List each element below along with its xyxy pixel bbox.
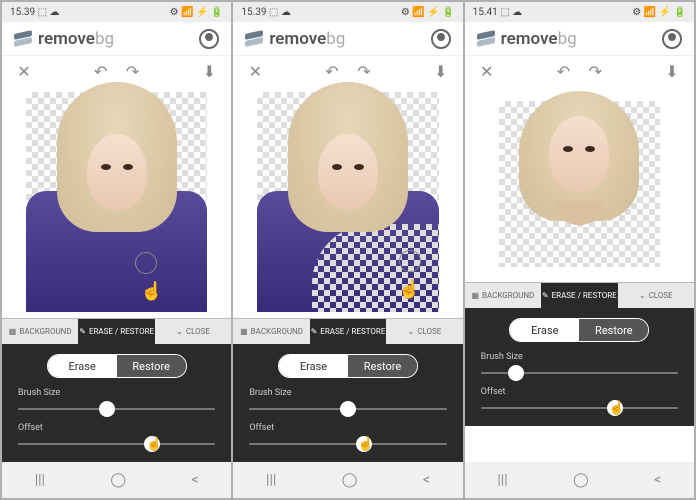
bottom-tabs: ▦BACKGROUND ✎ERASE / RESTORE ⌄CLOSE [465,282,694,308]
erase-button[interactable]: Erase [510,319,579,341]
download-icon[interactable]: ⬇ [664,63,680,79]
clock: 15.41 ⬚ ☁ [473,7,523,18]
status-icons: ⚙ 📶 ⚡ 🔋 [401,7,455,18]
status-icons: ⚙ 📶 ⚡ 🔋 [632,7,686,18]
redo-icon[interactable]: ↷ [587,63,603,79]
tab-erase-restore[interactable]: ✎ERASE / RESTORE [541,283,617,308]
offset-label: Offset [481,387,678,397]
logo-icon [245,30,263,48]
clock: 15.39 ⬚ ☁ [10,7,60,18]
brush-size-slider[interactable] [249,401,446,417]
tab-background[interactable]: ▦BACKGROUND [233,319,309,344]
editor-toolbar: ✕ ↶ ↷ ⬇ [465,56,694,86]
redo-icon[interactable]: ↷ [125,63,141,79]
canvas[interactable] [465,86,694,282]
download-icon[interactable]: ⬇ [201,63,217,79]
pointer-hand-icon: ☝ [141,281,163,302]
offset-slider[interactable] [481,400,678,416]
mode-segment: Erase Restore [509,318,649,342]
spacer [465,426,694,462]
undo-icon[interactable]: ↶ [555,63,571,79]
close-icon[interactable]: ✕ [16,63,32,79]
tab-background[interactable]: ▦BACKGROUND [465,283,541,308]
offset-slider[interactable] [18,436,215,452]
back-icon[interactable]: < [191,472,198,488]
brush-size-slider[interactable] [18,401,215,417]
tab-close[interactable]: ⌄CLOSE [386,319,462,344]
undo-icon[interactable]: ↶ [324,63,340,79]
clock: 15.39 ⬚ ☁ [241,7,291,18]
recent-apps-icon[interactable]: ||| [497,472,507,488]
account-icon[interactable] [199,29,219,49]
restore-button[interactable]: Restore [579,319,648,341]
brush-size-label: Brush Size [18,388,215,398]
recent-apps-icon[interactable]: ||| [35,472,45,488]
restore-button[interactable]: Restore [117,355,186,377]
home-icon[interactable]: ◯ [110,472,126,488]
bottom-tabs: ▦BACKGROUND ✎ERASE / RESTORE ⌄CLOSE [2,318,231,344]
android-nav: ||| ◯ < [2,462,231,498]
tab-erase-restore[interactable]: ✎ERASE / RESTORE [78,319,154,344]
back-icon[interactable]: < [654,472,661,488]
erase-panel: Erase Restore Brush Size Offset [2,344,231,462]
download-icon[interactable]: ⬇ [433,63,449,79]
restore-button[interactable]: Restore [348,355,417,377]
status-bar: 15.39 ⬚ ☁ ⚙ 📶 ⚡ 🔋 [2,2,231,22]
canvas[interactable]: ☝ [233,86,462,318]
back-icon[interactable]: < [423,472,430,488]
app-header: removebg [465,22,694,56]
tab-erase-restore[interactable]: ✎ERASE / RESTORE [310,319,386,344]
app-header: removebg [2,22,231,56]
account-icon[interactable] [431,29,451,49]
bottom-tabs: ▦BACKGROUND ✎ERASE / RESTORE ⌄CLOSE [233,318,462,344]
logo-icon [477,30,495,48]
app-header: removebg [233,22,462,56]
android-nav: ||| ◯ < [233,462,462,498]
tab-background[interactable]: ▦BACKGROUND [2,319,78,344]
tab-close[interactable]: ⌄CLOSE [155,319,231,344]
home-icon[interactable]: ◯ [342,472,358,488]
pointer-hand-icon: ☝ [398,279,420,300]
recent-apps-icon[interactable]: ||| [266,472,276,488]
close-icon[interactable]: ✕ [479,63,495,79]
brush-cursor [399,250,421,272]
logo-icon [14,30,32,48]
image-preview[interactable]: ☝ [26,92,207,312]
brush-size-slider[interactable] [481,365,678,381]
mode-segment: Erase Restore [47,354,187,378]
tab-close[interactable]: ⌄CLOSE [618,283,694,308]
brand-text: removebg [501,29,577,49]
home-icon[interactable]: ◯ [573,472,589,488]
status-icons: ⚙ 📶 ⚡ 🔋 [170,7,224,18]
offset-label: Offset [249,423,446,433]
status-bar: 15.41 ⬚ ☁ ⚙ 📶 ⚡ 🔋 [465,2,694,22]
erase-panel: Erase Restore Brush Size Offset [465,308,694,426]
android-nav: ||| ◯ < [465,462,694,498]
brush-size-label: Brush Size [481,352,678,362]
image-preview[interactable]: ☝ [257,92,438,312]
brand-text: removebg [269,29,345,49]
offset-slider[interactable] [249,436,446,452]
erase-button[interactable]: Erase [279,355,348,377]
brand-text: removebg [38,29,114,49]
undo-icon[interactable]: ↶ [93,63,109,79]
erase-button[interactable]: Erase [48,355,117,377]
erase-panel: Erase Restore Brush Size Offset [233,344,462,462]
offset-label: Offset [18,423,215,433]
brush-size-label: Brush Size [249,388,446,398]
account-icon[interactable] [662,29,682,49]
image-preview[interactable] [499,101,660,267]
mode-segment: Erase Restore [278,354,418,378]
redo-icon[interactable]: ↷ [356,63,372,79]
canvas[interactable]: ☝ [2,86,231,318]
close-icon[interactable]: ✕ [247,63,263,79]
status-bar: 15.39 ⬚ ☁ ⚙ 📶 ⚡ 🔋 [233,2,462,22]
